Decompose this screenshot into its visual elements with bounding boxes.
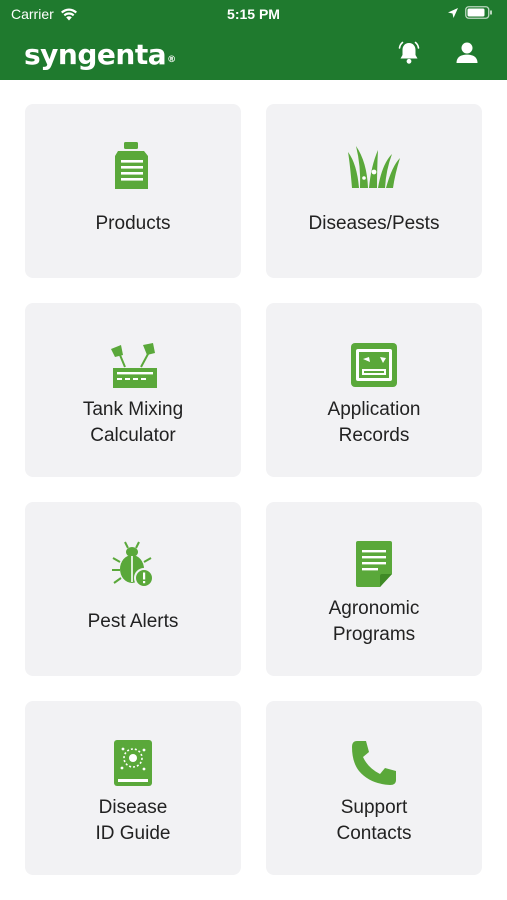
tile-label: Disease ID Guide [95,797,171,844]
registered-mark: ® [167,55,176,65]
brand-name: syngenta [24,38,167,71]
notifications-button[interactable] [396,40,422,66]
jerrycan-icon [115,142,148,189]
bug-alert-icon [112,541,154,588]
application-records-icon [351,343,397,387]
brand-logo: syngenta® [24,38,176,71]
phone-icon [352,741,396,785]
tank-mixing-icon [111,343,157,388]
tile-label: Products [95,213,171,234]
grass-pest-icon [348,146,400,188]
tile-application-records[interactable]: Application Records [266,303,482,477]
status-right-group [441,6,493,19]
tile-label: Agronomic Programs [328,598,420,645]
battery-icon [465,6,492,19]
disease-guide-icon [114,740,152,786]
status-time: 5:15 PM [227,6,280,22]
status-bar: Carrier 5:15 PM [0,0,507,30]
tile-pest-alerts[interactable]: Pest Alerts [25,502,241,676]
tile-support-contacts[interactable]: Support Contacts [266,701,482,875]
document-icon [356,541,392,587]
tile-agronomic-programs[interactable]: Agronomic Programs [266,502,482,676]
menu-grid: Products Diseases/Pests Tank Mixing Calc… [0,80,507,900]
profile-button[interactable] [454,40,480,66]
location-arrow-icon [448,7,458,18]
tile-disease-id-guide[interactable]: Disease ID Guide [25,701,241,875]
bell-icon [398,41,420,64]
tile-label: Pest Alerts [87,611,179,632]
tile-label: Support Contacts [336,797,412,844]
user-icon [456,42,478,63]
tile-label: Application Records [327,399,421,446]
tile-tank-mixing-calculator[interactable]: Tank Mixing Calculator [25,303,241,477]
tile-products[interactable]: Products [25,104,241,278]
app-header: syngenta® [0,30,507,80]
tile-label: Diseases/Pests [308,213,440,234]
tile-diseases-pests[interactable]: Diseases/Pests [266,104,482,278]
tile-label: Tank Mixing Calculator [82,399,184,446]
